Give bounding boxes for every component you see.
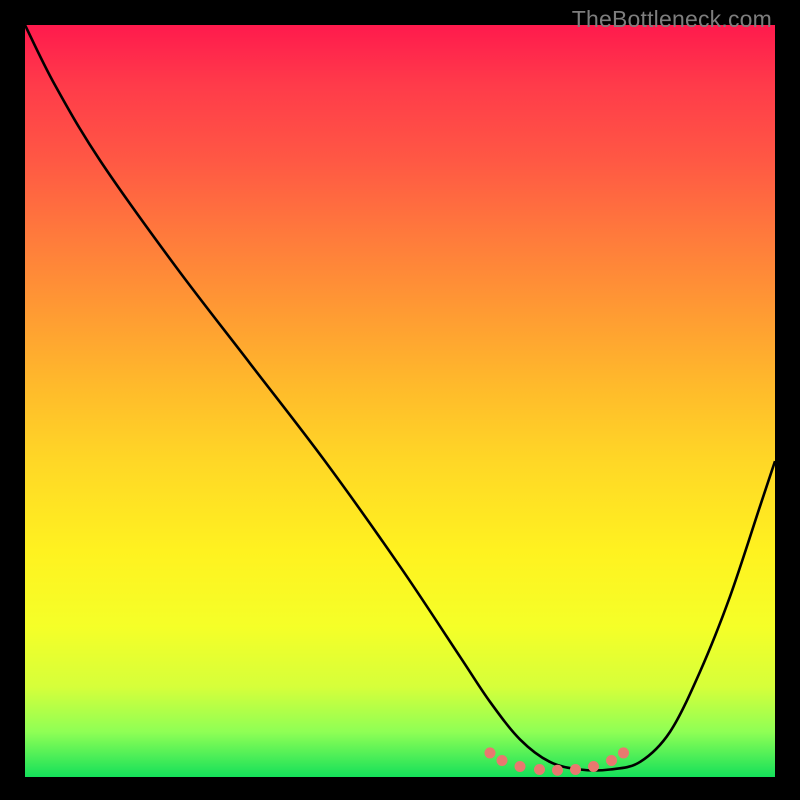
highlight-dot bbox=[515, 761, 526, 772]
highlight-dot bbox=[534, 764, 545, 775]
highlight-dot bbox=[552, 765, 563, 776]
watermark-text: TheBottleneck.com bbox=[572, 6, 772, 33]
highlight-dot bbox=[485, 747, 496, 758]
highlight-dot bbox=[606, 755, 617, 766]
highlight-dot bbox=[618, 747, 629, 758]
bottleneck-curve bbox=[25, 25, 775, 770]
highlight-dot bbox=[497, 755, 508, 766]
plot-area bbox=[25, 25, 775, 777]
highlight-dot bbox=[570, 764, 581, 775]
chart-frame: TheBottleneck.com bbox=[0, 0, 800, 800]
curve-layer bbox=[25, 25, 775, 777]
highlight-dots bbox=[485, 747, 630, 775]
highlight-dot bbox=[588, 761, 599, 772]
